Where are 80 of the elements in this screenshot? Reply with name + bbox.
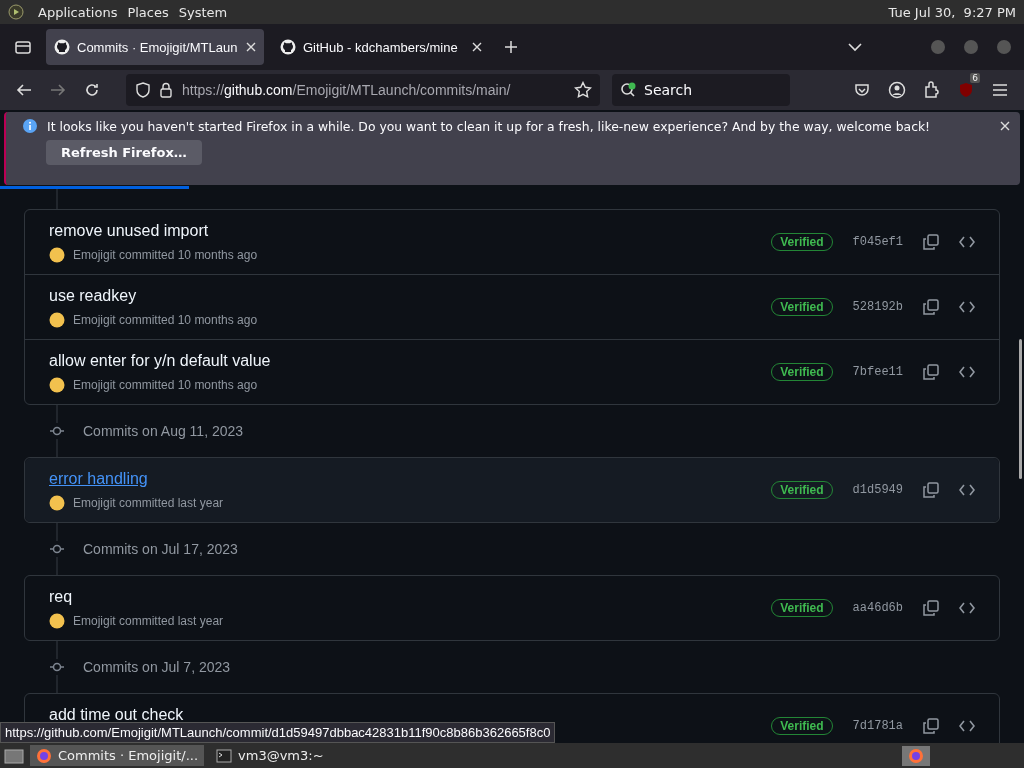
code-icon[interactable] (959, 364, 975, 380)
tab-list-icon[interactable] (14, 39, 32, 55)
commit-meta: Emojigit committed last year (73, 495, 224, 510)
close-icon[interactable] (1000, 121, 1010, 131)
refresh-button[interactable]: Refresh Firefox… (46, 140, 202, 165)
plus-icon[interactable] (504, 40, 518, 54)
pocket-icon[interactable] (854, 82, 870, 98)
code-icon[interactable] (959, 600, 975, 616)
avatar-icon (49, 612, 65, 629)
info-icon (22, 118, 38, 134)
avatar-icon (49, 494, 65, 511)
close-icon[interactable] (472, 42, 482, 52)
url-text: https://github.com/Emojigit/MTLaunch/commits/main/ (182, 82, 511, 98)
date-heading: Commits on Jul 17, 2023 (83, 541, 238, 557)
status-url-tooltip: https://github.com/Emojigit/MTLaunch/commit/d1d59497dbbac42831b11f90c8b86b362665f8c0 (0, 722, 556, 743)
commit-sha[interactable]: f045ef1 (852, 235, 903, 249)
shield-icon (136, 82, 150, 98)
desktop-icon[interactable] (4, 746, 24, 765)
code-icon[interactable] (959, 718, 975, 734)
commit-meta: Emojigit committed 10 months ago (73, 377, 258, 392)
commit-sha[interactable]: 7bfee11 (852, 365, 903, 379)
puzzle-icon[interactable] (924, 81, 940, 99)
date-heading: Commits on Jul 7, 2023 (83, 659, 231, 675)
avatar-icon (49, 311, 65, 328)
search-icon (620, 82, 638, 98)
firefox-icon (36, 747, 52, 764)
hovered-commit-row[interactable]: error handling Emojigit committed last year Verified d1d5949 (25, 458, 999, 522)
code-icon[interactable] (959, 234, 975, 250)
commit-meta: Emojigit committed 10 months ago (73, 312, 258, 327)
browser-tab[interactable]: GitHub - kdchambers/mine (272, 29, 490, 65)
github-cat-icon (280, 39, 296, 55)
code-icon[interactable] (959, 482, 975, 498)
scrollbar-thumb[interactable] (1019, 339, 1022, 479)
commit-meta: Emojigit committed 10 months ago (73, 247, 258, 262)
chevron-down-icon[interactable] (848, 42, 862, 52)
menu-icon[interactable] (992, 83, 1008, 97)
notification-message: It looks like you haven't started Firefox in a while. Do you want to clean it up for a fresh, like-new experience? And by the way, welcome back! (47, 118, 931, 134)
logo-icon (8, 4, 24, 20)
commit-title[interactable]: req (49, 587, 73, 606)
forward-icon[interactable] (50, 82, 66, 98)
terminal-icon (216, 748, 233, 763)
workspace-switcher[interactable] (902, 745, 930, 766)
commit-sha[interactable]: d1d5949 (852, 483, 903, 497)
commit-sha[interactable]: 528192b (852, 300, 903, 314)
code-icon[interactable] (959, 299, 975, 315)
panel-menu[interactable]: Applications (38, 4, 118, 20)
search-field[interactable]: Search (612, 74, 790, 106)
back-icon[interactable] (16, 82, 32, 98)
panel-menu[interactable]: System (178, 4, 228, 20)
browser-tab[interactable]: Commits · Emojigit/MTLaun (46, 29, 264, 65)
copy-icon[interactable] (923, 600, 939, 616)
copy-icon[interactable] (923, 234, 939, 250)
avatar-icon (49, 376, 65, 393)
lock-icon (160, 82, 172, 98)
github-cat-icon (54, 39, 70, 55)
copy-icon[interactable] (923, 364, 939, 380)
commit-title[interactable]: remove unused import (49, 221, 209, 240)
address-field[interactable]: https://github.com/Emojigit/MTLaunch/commits/main/ (126, 74, 600, 106)
commit-title[interactable]: error handling (49, 469, 148, 488)
reload-icon[interactable] (84, 82, 100, 98)
avatar-icon (49, 246, 65, 263)
commit-title[interactable]: add time out check (49, 705, 184, 724)
close-icon[interactable] (246, 42, 256, 52)
copy-icon[interactable] (923, 299, 939, 315)
firefox-icon (908, 747, 924, 764)
taskbar-item[interactable]: vm3@vm3:~ (210, 745, 361, 766)
account-icon[interactable] (888, 81, 906, 99)
commit-title[interactable]: allow enter for y/n default value (49, 351, 271, 370)
commit-sha[interactable]: 7d1781a (852, 719, 903, 733)
count-badge: 6 (970, 73, 980, 83)
commit-meta: Emojigit committed last year (73, 613, 224, 628)
commit-sha[interactable]: aa46d6b (852, 601, 903, 615)
clock: Tue Jul 30, 9:27 PM (888, 4, 1016, 20)
panel-menu[interactable]: Places (127, 4, 169, 20)
date-heading: Commits on Aug 11, 2023 (83, 423, 244, 439)
star-icon[interactable] (574, 81, 592, 99)
copy-icon[interactable] (923, 482, 939, 498)
commit-title[interactable]: use readkey (49, 286, 137, 305)
taskbar-item[interactable]: Commits · Emojigit/... (30, 745, 205, 766)
copy-icon[interactable] (923, 718, 939, 734)
